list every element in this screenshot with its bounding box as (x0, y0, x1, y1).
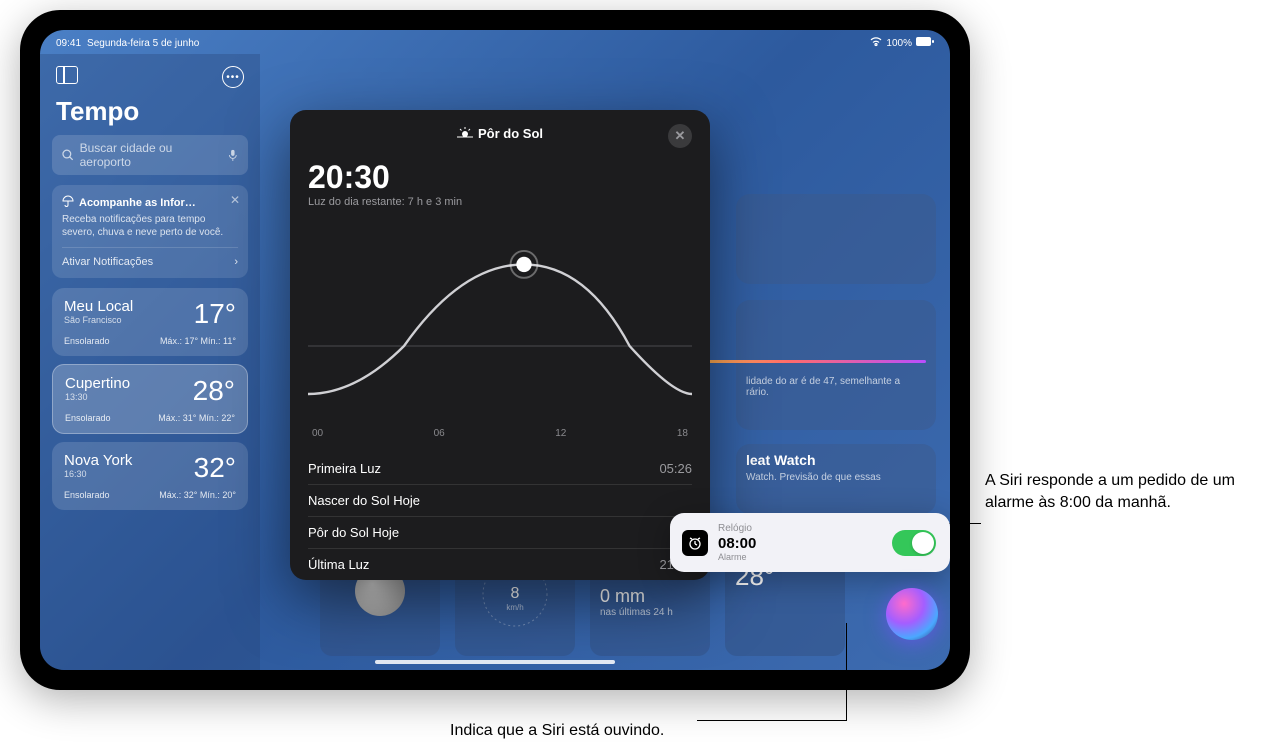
location-condition: Ensolarado (65, 413, 111, 423)
map-widget[interactable] (736, 194, 936, 284)
location-condition: Ensolarado (64, 336, 110, 346)
list-item: Primeira Luz 05:26 (308, 453, 692, 484)
ipad-device-frame: 09:41 Segunda-feira 5 de junho 100% ••• (20, 10, 970, 690)
axis-tick: 18 (677, 428, 688, 439)
sunset-icon (457, 126, 473, 141)
air-quality-widget[interactable]: lidade do ar é de 47, semelhante a rário… (736, 300, 936, 430)
siri-alarm-response[interactable]: Relógio 08:00 Alarme (670, 513, 950, 572)
alarm-label: Alarme (718, 552, 882, 562)
more-icon[interactable]: ••• (222, 66, 244, 88)
search-icon (62, 149, 74, 161)
sun-events-list: Primeira Luz 05:26 Nascer do Sol Hoje Pô… (308, 453, 692, 580)
event-label: Primeira Luz (308, 461, 381, 476)
sunset-time: 20:30 (308, 159, 692, 196)
alarm-toggle[interactable] (892, 530, 936, 556)
precip-value: 0 mm (600, 586, 700, 607)
chevron-right-icon: › (234, 256, 238, 268)
precip-label: nas últimas 24 h (600, 607, 700, 618)
event-value: 05:26 (659, 461, 692, 476)
annotation-siri-listening: Indica que a Siri está ouvindo. (450, 720, 664, 742)
dictation-icon[interactable] (228, 149, 238, 161)
location-condition: Ensolarado (64, 490, 110, 500)
sidebar-toggle-icon[interactable] (56, 66, 78, 84)
search-input[interactable]: Buscar cidade ou aeroporto (52, 135, 248, 175)
svg-text:km/h: km/h (506, 603, 523, 612)
search-placeholder: Buscar cidade ou aeroporto (80, 141, 223, 169)
close-button[interactable]: ✕ (668, 124, 692, 148)
battery-icon (916, 37, 934, 49)
location-card-new-york[interactable]: Nova York 16:30 32° Ensolarado Máx.: 32°… (52, 442, 248, 510)
modal-title: Pôr do Sol (478, 126, 543, 141)
heat-watch-sub: Watch. Previsão de que essas (746, 472, 881, 483)
status-time: 09:41 (56, 38, 81, 49)
promo-action-label: Ativar Notificações (62, 256, 153, 268)
list-item: Pôr do Sol Hoje (308, 516, 692, 548)
annotation-alarm: A Siri responde a um pedido de um alarme… (985, 470, 1245, 515)
status-date: Segunda-feira 5 de junho (87, 38, 199, 49)
status-bar: 09:41 Segunda-feira 5 de junho 100% (40, 30, 950, 52)
location-temp: 28° (193, 375, 235, 407)
close-icon[interactable]: ✕ (230, 193, 240, 207)
alarm-app-name: Relógio (718, 523, 882, 534)
daylight-remaining: Luz do dia restante: 7 h e 3 min (308, 196, 692, 208)
app-title: Tempo (48, 96, 252, 135)
event-label: Última Luz (308, 557, 369, 572)
callout-line (846, 623, 847, 720)
location-subtitle: 16:30 (64, 469, 132, 479)
wifi-icon (870, 37, 882, 50)
location-subtitle: 13:30 (65, 392, 130, 402)
location-temp: 32° (194, 452, 236, 484)
location-temp: 17° (194, 298, 236, 330)
location-subtitle: São Francisco (64, 315, 133, 325)
promo-title: Acompanhe as Infor… (79, 197, 196, 209)
location-hilo: Máx.: 32° Mín.: 20° (159, 490, 236, 500)
ipad-screen: 09:41 Segunda-feira 5 de junho 100% ••• (40, 30, 950, 670)
location-hilo: Máx.: 31° Mín.: 22° (158, 413, 235, 423)
notifications-promo-card: Acompanhe as Infor… ✕ Receba notificaçõe… (52, 185, 248, 278)
callout-line (697, 720, 847, 721)
aqi-text: lidade do ar é de 47, semelhante a rário… (746, 376, 900, 398)
location-card-my-location[interactable]: Meu Local São Francisco 17° Ensolarado M… (52, 288, 248, 356)
home-indicator[interactable] (375, 660, 615, 664)
axis-tick: 12 (555, 428, 566, 439)
enable-notifications-button[interactable]: Ativar Notificações › (62, 247, 238, 268)
event-label: Pôr do Sol Hoje (308, 525, 399, 540)
location-hilo: Máx.: 17° Mín.: 11° (160, 336, 236, 346)
sidebar: ••• Tempo Buscar cidade ou aeroporto Aco… (40, 54, 260, 670)
promo-desc: Receba notificações para tempo severo, c… (62, 213, 238, 239)
location-card-cupertino[interactable]: Cupertino 13:30 28° Ensolarado Máx.: 31°… (52, 364, 248, 434)
alarm-time: 08:00 (718, 535, 882, 552)
location-name: Meu Local (64, 298, 133, 315)
event-label: Nascer do Sol Hoje (308, 493, 420, 508)
sunset-detail-modal: Pôr do Sol ✕ 20:30 Luz do dia restante: … (290, 110, 710, 580)
battery-percent: 100% (886, 38, 912, 49)
list-item: Nascer do Sol Hoje (308, 484, 692, 516)
umbrella-icon (62, 195, 74, 210)
list-item: Última Luz 21:00 (308, 548, 692, 580)
clock-app-icon (682, 530, 708, 556)
siri-listening-indicator[interactable] (886, 588, 938, 640)
svg-text:8: 8 (511, 585, 520, 602)
location-name: Nova York (64, 452, 132, 469)
chart-x-axis: 00 06 12 18 (308, 428, 692, 439)
location-name: Cupertino (65, 375, 130, 392)
heat-watch-title: leat Watch (746, 452, 816, 468)
heat-watch-widget[interactable]: leat Watch Watch. Previsão de que essas (736, 444, 936, 514)
axis-tick: 06 (434, 428, 445, 439)
axis-tick: 00 (312, 428, 323, 439)
sun-altitude-chart[interactable] (308, 222, 692, 422)
